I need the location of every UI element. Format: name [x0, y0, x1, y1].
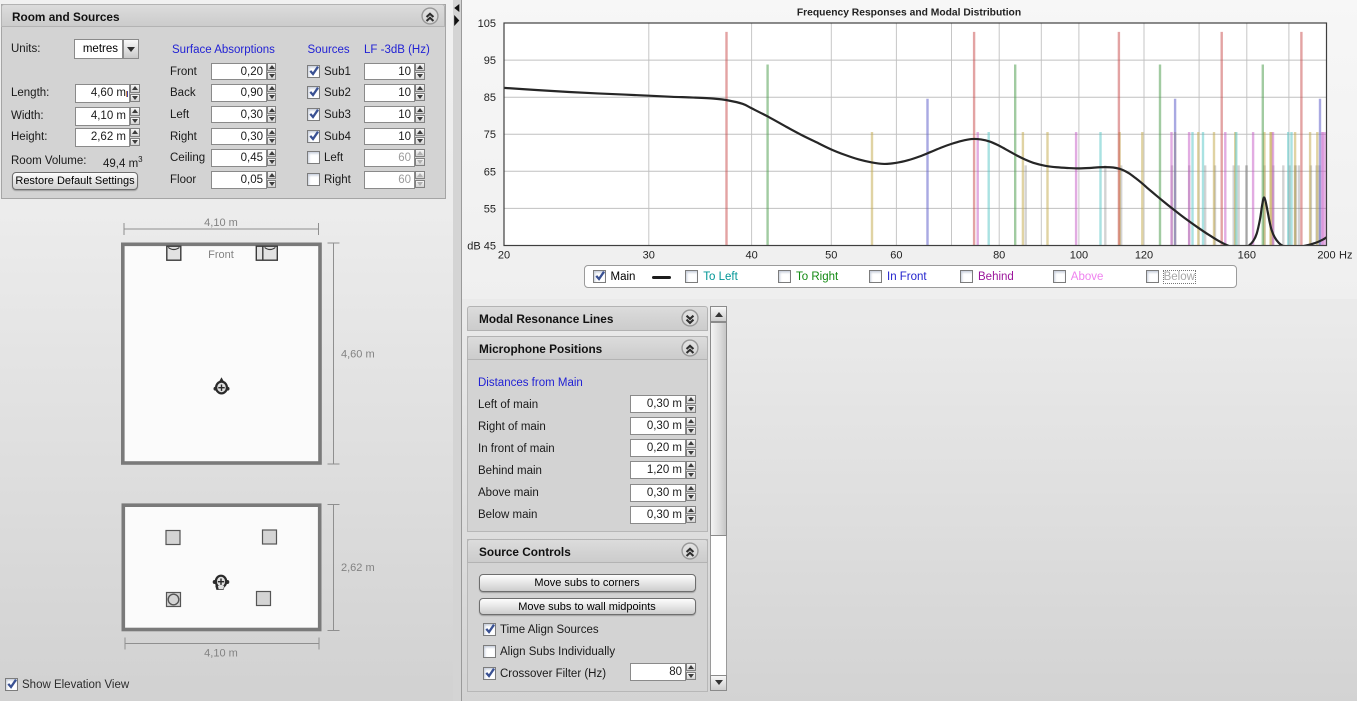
svg-text:65: 65	[483, 166, 495, 178]
svg-text:60: 60	[890, 250, 902, 262]
svg-text:85: 85	[483, 92, 495, 104]
svg-text:Hz: Hz	[1339, 250, 1352, 262]
svg-text:4,10 m: 4,10 m	[204, 648, 238, 660]
svg-text:2,62 m: 2,62 m	[341, 562, 375, 574]
svg-text:100: 100	[1069, 250, 1087, 262]
svg-text:55: 55	[483, 203, 495, 215]
svg-text:160: 160	[1237, 250, 1255, 262]
svg-text:75: 75	[483, 129, 495, 141]
svg-text:Frequency Responses and Modal: Frequency Responses and Modal Distributi…	[796, 8, 1020, 19]
svg-text:4,60 m: 4,60 m	[341, 349, 375, 361]
svg-text:105: 105	[477, 18, 495, 30]
svg-text:200: 200	[1317, 250, 1335, 262]
svg-text:dB 45: dB 45	[467, 241, 496, 253]
svg-text:120: 120	[1134, 250, 1152, 262]
svg-text:4,10 m: 4,10 m	[204, 217, 238, 229]
svg-text:50: 50	[825, 250, 837, 262]
svg-text:30: 30	[642, 250, 654, 262]
svg-text:95: 95	[483, 55, 495, 67]
svg-text:40: 40	[745, 250, 757, 262]
svg-text:80: 80	[993, 250, 1005, 262]
svg-text:20: 20	[497, 250, 509, 262]
svg-text:Front: Front	[208, 249, 234, 261]
